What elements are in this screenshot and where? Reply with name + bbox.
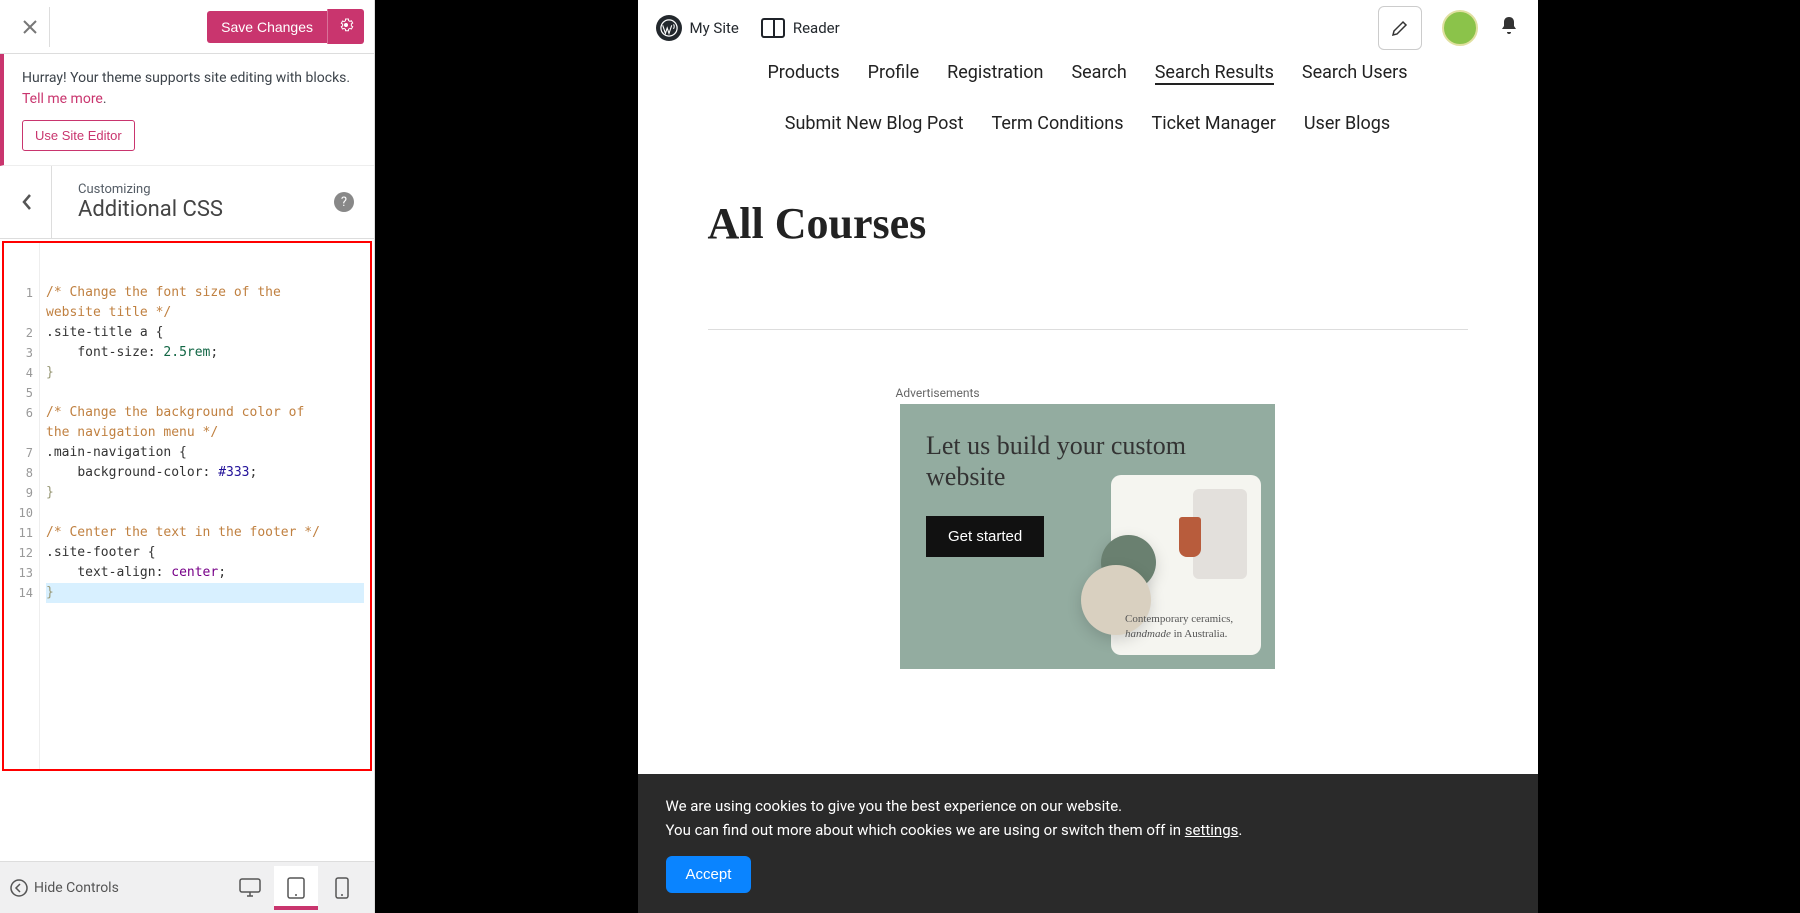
code-comment: /* Center the text in the footer */	[46, 525, 320, 540]
hide-controls-label: Hide Controls	[34, 880, 119, 896]
cookie-text: We are using cookies to give you the bes…	[666, 794, 1510, 842]
close-icon	[22, 19, 38, 35]
customizer-bottom-bar: Hide Controls	[0, 861, 374, 913]
collapse-icon	[10, 879, 28, 897]
nav-registration[interactable]: Registration	[947, 62, 1043, 85]
section-title-wrapper: Customizing Additional CSS	[20, 182, 334, 222]
wp-admin-bar: My Site Reader	[638, 0, 1538, 56]
code-comment: /* Change the background color of	[46, 405, 312, 420]
reader-icon	[761, 18, 785, 38]
ad-mockup-card: Contemporary ceramics, handmade in Austr…	[1111, 475, 1261, 655]
code-property: font-size	[77, 345, 147, 360]
publish-settings-button[interactable]	[327, 9, 364, 44]
customizing-label: Customizing	[78, 182, 334, 197]
code-property: background-color	[77, 465, 202, 480]
cookie-settings-link[interactable]: settings	[1185, 821, 1239, 839]
bell-icon	[1498, 15, 1520, 37]
mobile-icon	[335, 877, 349, 899]
ad-mockup-text: Contemporary ceramics, handmade in Austr…	[1125, 612, 1233, 641]
customizer-panel: Save Changes Hurray! Your theme supports…	[0, 0, 375, 913]
reader-link[interactable]: Reader	[761, 18, 840, 38]
mobile-preview-button[interactable]	[320, 866, 364, 910]
code-value: 2.5rem	[163, 345, 210, 360]
ad-vase-icon	[1179, 517, 1201, 557]
code-content: /* Change the font size of the website t…	[40, 243, 370, 769]
chevron-left-icon	[21, 193, 33, 211]
toolbar-right	[1378, 6, 1520, 50]
ad-mockup-image	[1193, 489, 1247, 579]
hide-controls-button[interactable]: Hide Controls	[10, 879, 119, 897]
cookie-line1: We are using cookies to give you the bes…	[666, 797, 1123, 815]
nav-products[interactable]: Products	[767, 62, 839, 85]
write-post-button[interactable]	[1378, 6, 1422, 50]
code-property: text-align	[77, 565, 155, 580]
nav-search-results[interactable]: Search Results	[1155, 62, 1274, 85]
site-navigation: Products Profile Registration Search Sea…	[638, 56, 1538, 152]
code-selector: .main-navigation {	[46, 445, 187, 460]
my-site-link[interactable]: My Site	[656, 15, 739, 41]
pencil-icon	[1390, 18, 1410, 38]
page-title: All Courses	[638, 152, 1538, 259]
code-bracket: }	[46, 365, 54, 380]
section-header: Customizing Additional CSS ?	[0, 166, 374, 239]
section-title: Additional CSS	[78, 197, 334, 222]
accept-cookies-button[interactable]: Accept	[666, 856, 752, 893]
nav-search[interactable]: Search	[1071, 62, 1126, 85]
save-changes-button[interactable]: Save Changes	[207, 11, 327, 43]
use-site-editor-button[interactable]: Use Site Editor	[22, 120, 135, 151]
reader-label: Reader	[793, 19, 840, 37]
notice-text-content: Hurray! Your theme supports site editing…	[22, 70, 350, 86]
my-site-label: My Site	[690, 19, 739, 37]
nav-user-blogs[interactable]: User Blogs	[1304, 113, 1390, 134]
device-switcher	[228, 866, 364, 910]
back-button[interactable]	[2, 166, 52, 238]
get-started-button[interactable]: Get started	[926, 516, 1044, 557]
divider	[708, 329, 1468, 330]
advertisement-banner[interactable]: Let us build your custom website Get sta…	[900, 404, 1275, 669]
code-selector: .site-title a {	[46, 325, 163, 340]
help-icon: ?	[341, 195, 347, 210]
cookie-line2: You can find out more about which cookie…	[666, 821, 1185, 839]
preview-area: My Site Reader Products Profile Registra…	[375, 0, 1800, 913]
code-bracket: }	[46, 485, 54, 500]
code-selector: .site-footer {	[46, 545, 156, 560]
period2: .	[1238, 821, 1242, 839]
preview-frame: My Site Reader Products Profile Registra…	[638, 0, 1538, 913]
nav-submit-post[interactable]: Submit New Blog Post	[785, 113, 964, 134]
customizer-top-bar: Save Changes	[0, 0, 374, 54]
line-numbers: 1234567891011121314	[4, 243, 40, 769]
desktop-preview-button[interactable]	[228, 866, 272, 910]
nav-ticket-manager[interactable]: Ticket Manager	[1152, 113, 1276, 134]
code-value: #333	[218, 465, 249, 480]
user-avatar[interactable]	[1442, 10, 1478, 46]
nav-term-conditions[interactable]: Term Conditions	[992, 113, 1124, 134]
css-editor-highlighted: 1234567891011121314 /* Change the font s…	[2, 241, 372, 771]
code-comment: the navigation menu */	[46, 425, 218, 440]
cookie-consent-banner: We are using cookies to give you the bes…	[638, 774, 1538, 913]
nav-profile[interactable]: Profile	[868, 62, 919, 85]
code-comment: /* Change the font size of the	[46, 285, 289, 300]
tablet-preview-button[interactable]	[274, 866, 318, 910]
period: .	[103, 91, 107, 107]
notifications-button[interactable]	[1498, 15, 1520, 42]
code-bracket: }	[46, 585, 54, 600]
css-code-editor[interactable]: 1234567891011121314 /* Change the font s…	[4, 243, 370, 769]
notice-text: Hurray! Your theme supports site editing…	[22, 68, 356, 110]
nav-search-users[interactable]: Search Users	[1302, 62, 1408, 85]
wordpress-logo-icon	[656, 15, 682, 41]
code-comment: website title */	[46, 305, 171, 320]
advertisements-label: Advertisements	[896, 386, 1538, 400]
desktop-icon	[239, 878, 261, 898]
site-editing-notice: Hurray! Your theme supports site editing…	[0, 54, 374, 166]
gear-icon	[338, 17, 354, 33]
code-value: center	[171, 565, 218, 580]
close-customizer-button[interactable]	[10, 7, 50, 47]
tablet-icon	[287, 877, 305, 899]
help-button[interactable]: ?	[334, 192, 354, 212]
tell-me-more-link[interactable]: Tell me more	[22, 91, 103, 107]
